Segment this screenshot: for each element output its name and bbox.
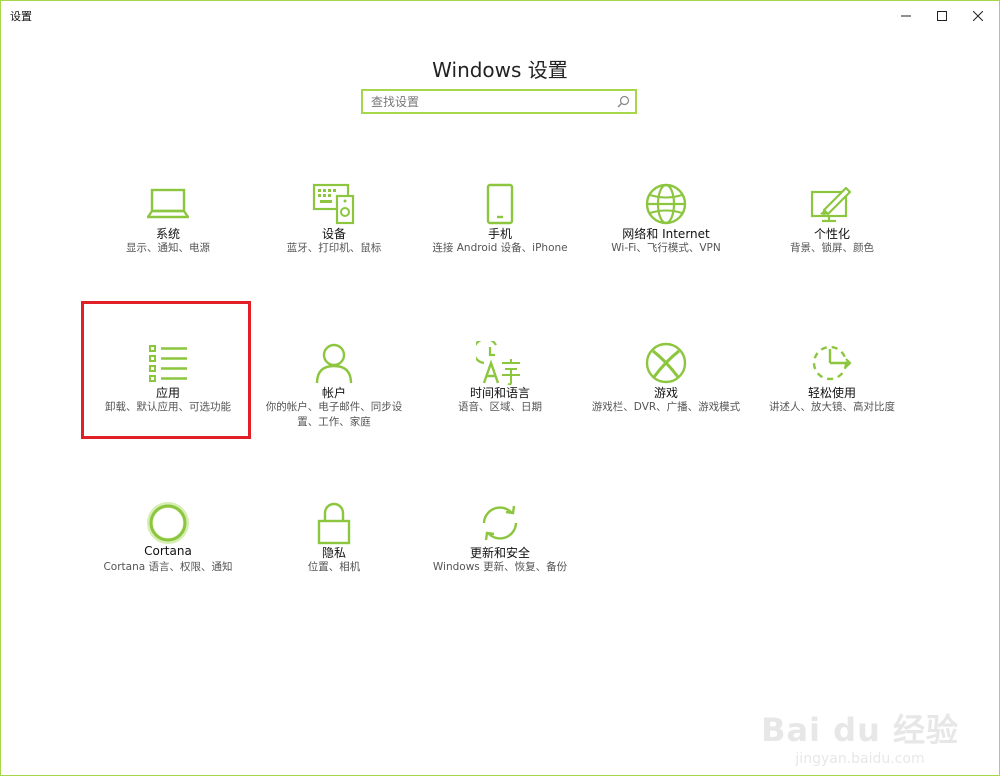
- tile-desc: 蓝牙、打印机、鼠标: [286, 242, 382, 254]
- tile-apps[interactable]: 应用 卸载、默认应用、可选功能: [83, 338, 253, 478]
- watermark-sub: jingyan.baidu.com: [795, 751, 925, 767]
- search-box[interactable]: [361, 89, 637, 114]
- tile-update-security[interactable]: 更新和安全 Windows 更新、恢复、备份: [415, 498, 585, 638]
- settings-window: 设置 Windows 设置 系统 显示、通知、电源: [0, 0, 1000, 776]
- cortana-icon: [147, 502, 189, 544]
- tile-accounts[interactable]: 帐户 你的帐户、电子邮件、同步设置、工作、家庭: [249, 338, 419, 478]
- tile-desc: 显示、通知、电源: [126, 242, 210, 254]
- tile-name: 手机: [487, 227, 512, 241]
- tile-desc: 游戏栏、DVR、广播、游戏模式: [591, 401, 741, 413]
- tile-name: Cortana: [144, 544, 192, 558]
- sync-icon: [482, 505, 518, 541]
- tile-name: 更新和安全: [469, 546, 530, 560]
- lock-icon: [317, 502, 351, 545]
- tile-time-language[interactable]: 时间和语言 语音、区域、日期: [415, 338, 585, 478]
- tile-desc: 卸载、默认应用、可选功能: [105, 401, 231, 413]
- page-title: Windows 设置: [432, 58, 568, 83]
- tile-personalization[interactable]: 个性化 背景、锁屏、颜色: [747, 179, 917, 319]
- tile-name: 个性化: [813, 227, 850, 241]
- window-title: 设置: [10, 10, 32, 23]
- watermark-main: Bai du 经验: [761, 711, 959, 749]
- tile-desc: Windows 更新、恢复、备份: [432, 561, 568, 573]
- devices-icon: [312, 183, 355, 225]
- close-icon: [973, 11, 983, 21]
- search-input[interactable]: [363, 91, 621, 112]
- baidu-watermark: Bai du 经验 jingyan.baidu.com: [761, 705, 959, 767]
- tile-desc: 连接 Android 设备、iPhone: [432, 242, 568, 254]
- tile-desc: 背景、锁屏、颜色: [790, 242, 874, 254]
- tile-name: 设备: [321, 227, 346, 241]
- search-icon[interactable]: [617, 95, 630, 108]
- maximize-icon: [937, 11, 947, 21]
- tile-ease-of-access[interactable]: 轻松使用 讲述人、放大镜、高对比度: [747, 338, 917, 478]
- laptop-icon: [147, 188, 189, 219]
- tile-name: 帐户: [321, 386, 346, 400]
- tile-system[interactable]: 系统 显示、通知、电源: [83, 179, 253, 319]
- globe-icon: [645, 183, 687, 225]
- apps-list-icon: [149, 345, 187, 382]
- tile-name: 网络和 Internet: [622, 227, 710, 241]
- tile-devices[interactable]: 设备 蓝牙、打印机、鼠标: [249, 179, 419, 319]
- close-button[interactable]: [955, 1, 1000, 31]
- tile-name: 隐私: [321, 546, 346, 560]
- xbox-icon: [645, 342, 687, 384]
- tile-network[interactable]: 网络和 Internet Wi-Fi、飞行模式、VPN: [581, 179, 751, 319]
- tile-name: 游戏: [653, 386, 678, 400]
- person-icon: [315, 343, 353, 384]
- minimize-icon: [901, 15, 911, 17]
- tile-name: 系统: [155, 227, 180, 241]
- tile-desc: 你的帐户、电子邮件、同步设置、工作、家庭: [265, 401, 403, 428]
- tile-cortana[interactable]: Cortana Cortana 语言、权限、通知: [83, 498, 253, 638]
- tile-phone[interactable]: 手机 连接 Android 设备、iPhone: [415, 179, 585, 319]
- personalize-icon: [810, 186, 852, 223]
- tile-name: 轻松使用: [807, 386, 856, 400]
- tile-desc: 语音、区域、日期: [458, 401, 542, 413]
- ease-of-access-icon: [812, 345, 852, 381]
- time-language-icon: [476, 341, 520, 385]
- phone-icon: [486, 183, 514, 225]
- title-bar[interactable]: 设置: [1, 1, 999, 31]
- tile-desc: Wi-Fi、飞行模式、VPN: [611, 242, 721, 254]
- tile-gaming[interactable]: 游戏 游戏栏、DVR、广播、游戏模式: [581, 338, 751, 478]
- tile-name: 时间和语言: [469, 386, 530, 400]
- tile-privacy[interactable]: 隐私 位置、相机: [249, 498, 419, 638]
- tile-desc: 位置、相机: [307, 561, 361, 573]
- tile-name: 应用: [155, 386, 180, 400]
- tile-desc: Cortana 语言、权限、通知: [103, 561, 233, 573]
- tile-desc: 讲述人、放大镜、高对比度: [769, 401, 895, 413]
